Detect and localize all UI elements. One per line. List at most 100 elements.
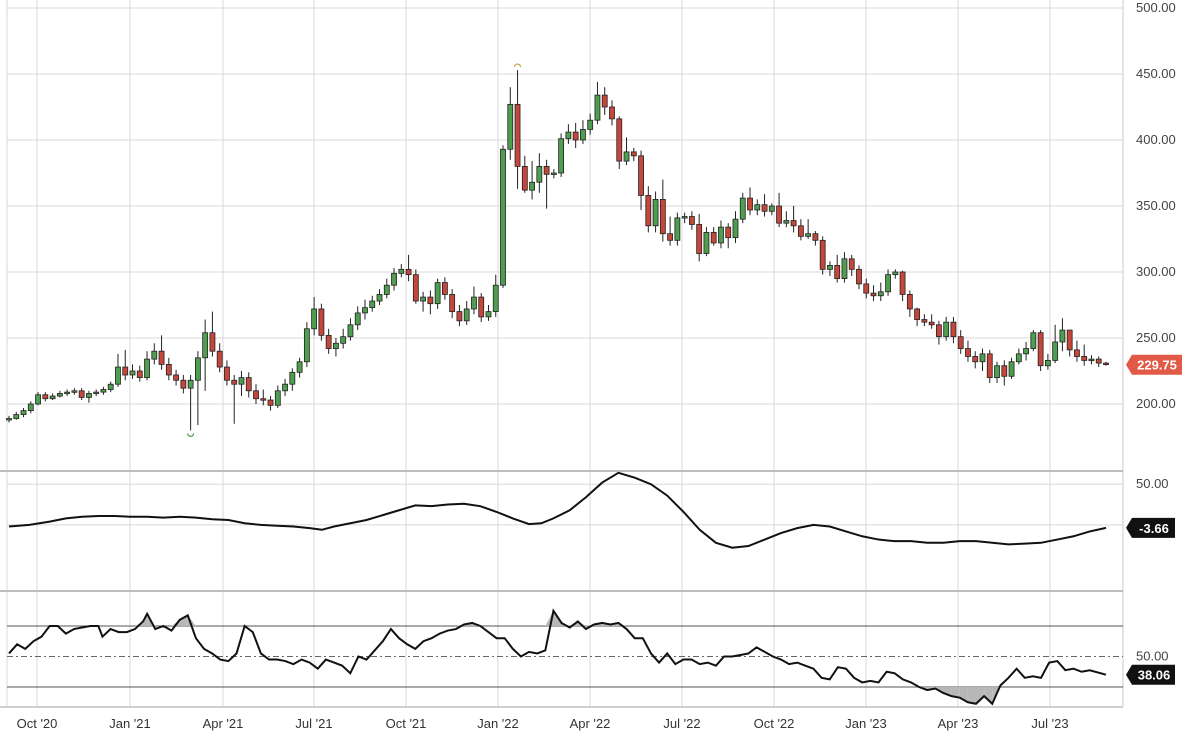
candle-body	[594, 94, 601, 121]
candle-up	[739, 192, 746, 224]
candle-body	[659, 198, 666, 235]
candle-body	[245, 377, 252, 392]
candle-down	[848, 254, 855, 276]
x-tick-label: Oct '21	[386, 716, 427, 731]
candle-body	[100, 389, 107, 393]
low-marker	[187, 433, 195, 437]
price-tick-label: 250.00	[1136, 330, 1176, 345]
candle-body	[122, 366, 129, 376]
candle-body	[514, 103, 521, 167]
candle-body	[1103, 362, 1109, 365]
candle-up	[674, 212, 681, 246]
candle-body	[27, 403, 34, 411]
candle-body	[340, 336, 347, 344]
candle-down	[645, 186, 652, 233]
candle-up	[376, 289, 383, 305]
candle-up	[485, 305, 492, 321]
candle-body	[834, 264, 841, 279]
candle-down	[231, 374, 238, 424]
candle-body	[434, 282, 441, 305]
candle-down	[725, 223, 732, 249]
candle-down	[449, 289, 456, 319]
candle-up	[107, 381, 114, 393]
candle-body	[136, 370, 143, 378]
candle-body	[383, 284, 390, 295]
candle-down	[1074, 340, 1080, 362]
candle-down	[318, 303, 325, 341]
candle-body	[812, 233, 819, 241]
candle-up	[492, 274, 499, 317]
candle-body	[899, 271, 906, 295]
candle-down	[521, 155, 528, 193]
candle-down	[1095, 356, 1102, 368]
candle-up	[703, 227, 710, 257]
candle-up	[594, 81, 601, 125]
candle-down	[572, 122, 579, 148]
candle-down	[761, 194, 768, 217]
x-tick-label: Jan '21	[109, 716, 151, 731]
candle-body	[667, 233, 674, 241]
candle-down	[899, 270, 906, 302]
x-tick-label: Apr '22	[570, 716, 611, 731]
candle-up	[362, 299, 368, 320]
oscillator-value-label: -3.66	[1139, 521, 1169, 536]
candle-body	[151, 350, 158, 360]
candle-down	[914, 307, 921, 327]
candle-body	[449, 294, 456, 313]
candle-body	[616, 118, 623, 162]
price-tick-label: 300.00	[1136, 264, 1176, 279]
candle-up	[129, 364, 136, 379]
x-tick-label: Oct '22	[754, 716, 795, 731]
candle-down	[972, 351, 979, 369]
candle-body	[1095, 358, 1102, 364]
candle-body	[906, 294, 913, 310]
candle-down	[957, 330, 964, 354]
candle-body	[441, 282, 448, 295]
candle-up	[500, 145, 506, 288]
candle-up	[391, 268, 397, 291]
candle-body	[994, 365, 1000, 379]
candle-body	[274, 390, 281, 406]
x-tick-label: Jul '21	[295, 716, 332, 731]
candle-body	[841, 258, 848, 279]
candle-body	[173, 374, 179, 381]
x-tick-label: Oct '20	[17, 716, 58, 731]
candle-down	[863, 278, 870, 299]
candle-body	[362, 307, 368, 314]
candle-body	[790, 220, 797, 227]
candle-up	[202, 319, 209, 391]
candle-up	[587, 113, 594, 135]
candle-down	[797, 219, 804, 241]
candle-body	[979, 353, 986, 363]
candle-body	[1081, 356, 1088, 361]
candle-down	[245, 372, 252, 398]
candle-up	[20, 407, 27, 418]
candle-up	[718, 220, 724, 249]
candle-body	[689, 216, 695, 225]
price-tick-label: 400.00	[1136, 132, 1176, 147]
candle-down	[710, 227, 717, 246]
candle-body	[783, 220, 790, 224]
candle-body	[165, 363, 172, 376]
candle-body	[333, 342, 339, 349]
candle-body	[238, 377, 245, 385]
candle-up	[885, 269, 891, 296]
candle-body	[78, 390, 85, 398]
candle-up	[841, 252, 848, 283]
candle-body	[870, 292, 877, 297]
candle-body	[761, 204, 768, 212]
candle-body	[456, 311, 463, 322]
candle-body	[507, 103, 514, 150]
candle-up	[296, 357, 303, 378]
candle-up	[347, 318, 354, 341]
candle-up	[303, 322, 310, 368]
candle-down	[543, 159, 550, 209]
candle-body	[1001, 365, 1008, 377]
candle-body	[71, 390, 78, 393]
candle-up	[754, 199, 761, 216]
candle-up	[979, 348, 986, 371]
candle-body	[536, 165, 543, 183]
price-tick-label: 200.00	[1136, 396, 1176, 411]
candle-body	[93, 391, 100, 395]
candle-body	[725, 226, 732, 239]
